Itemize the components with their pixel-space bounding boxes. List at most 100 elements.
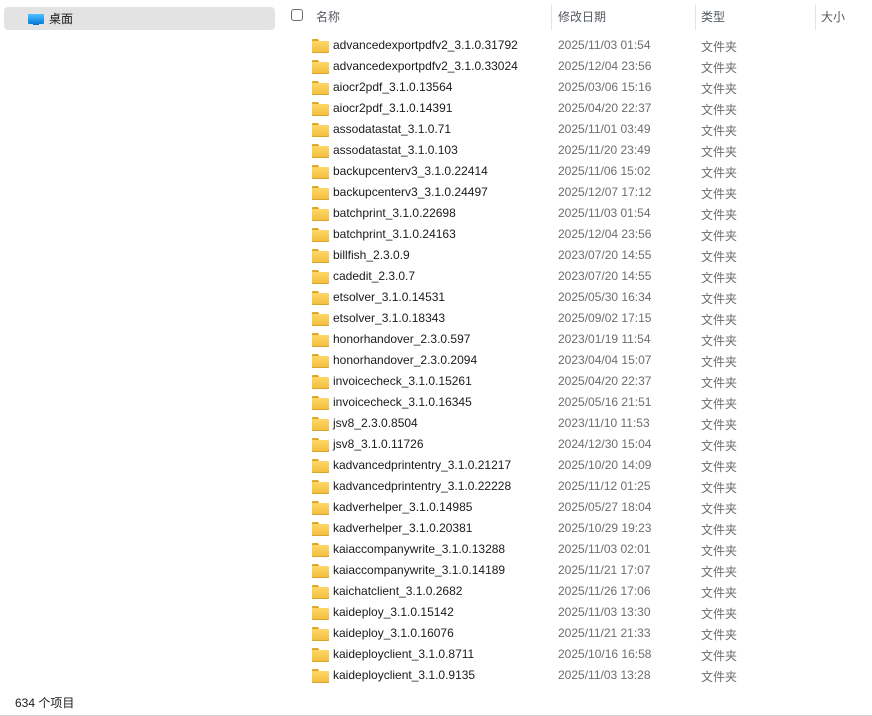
- file-type: 文件夹: [701, 271, 738, 285]
- column-divider[interactable]: [695, 4, 696, 30]
- file-modified-date: 2023/01/19 11:54: [558, 332, 651, 346]
- file-row[interactable]: etsolver_3.1.0.18343 2025/09/02 17:15 文件夹: [280, 308, 872, 329]
- file-type: 文件夹: [701, 418, 738, 432]
- file-row[interactable]: batchprint_3.1.0.24163 2025/12/04 23:56 文件…: [280, 224, 872, 245]
- file-row[interactable]: jsv8_2.3.0.8504 2023/11/10 11:53 文件夹: [280, 413, 872, 434]
- file-modified-date: 2025/12/04 23:56: [558, 59, 652, 73]
- file-row[interactable]: kaichatclient_3.1.0.2682 2025/11/26 17:06…: [280, 581, 872, 602]
- nav-item-label: 桌面: [49, 12, 74, 26]
- file-name: kaideploy_3.1.0.15142: [333, 605, 454, 619]
- file-row[interactable]: invoicecheck_3.1.0.16345 2025/05/16 21:51…: [280, 392, 872, 413]
- file-name: kaiaccompanywrite_3.1.0.14189: [333, 563, 506, 577]
- file-modified-date: 2025/11/20 23:49: [558, 143, 651, 157]
- file-name: assodatastat_3.1.0.103: [333, 143, 458, 157]
- file-name: kaideploy_3.1.0.16076: [333, 626, 454, 640]
- column-header-size[interactable]: 大小: [821, 0, 871, 32]
- file-name: aiocr2pdf_3.1.0.14391: [333, 101, 453, 115]
- file-row[interactable]: kadverhelper_3.1.0.20381 2025/10/29 19:23…: [280, 518, 872, 539]
- column-header: ⌃ 名称 修改日期 类型 大小: [280, 0, 872, 32]
- file-row[interactable]: batchprint_3.1.0.22698 2025/11/03 01:54 文件…: [280, 203, 872, 224]
- file-type: 文件夹: [701, 481, 738, 495]
- file-row[interactable]: aiocr2pdf_3.1.0.14391 2025/04/20 22:37 文件夹: [280, 98, 872, 119]
- file-row[interactable]: jsv8_3.1.0.11726 2024/12/30 15:04 文件夹: [280, 434, 872, 455]
- file-modified-date: 2025/05/16 21:51: [558, 395, 652, 409]
- folder-icon: [312, 648, 329, 662]
- file-type: 文件夹: [701, 187, 738, 201]
- column-header-modified[interactable]: 修改日期: [558, 0, 694, 32]
- file-row[interactable]: kadvancedprintentry_3.1.0.22228 2025/11/1…: [280, 476, 872, 497]
- file-modified-date: 2025/11/06 15:02: [558, 164, 651, 178]
- column-header-name[interactable]: 名称: [316, 0, 550, 32]
- file-row[interactable]: aiocr2pdf_3.1.0.13564 2025/03/06 15:16 文件夹: [280, 77, 872, 98]
- file-type: 文件夹: [701, 376, 738, 390]
- file-row[interactable]: kaideploy_3.1.0.16076 2025/11/21 21:33 文件夹: [280, 623, 872, 644]
- select-all-checkbox[interactable]: [291, 9, 303, 21]
- column-header-type[interactable]: 类型: [701, 0, 813, 32]
- file-modified-date: 2025/05/30 16:34: [558, 290, 652, 304]
- file-type: 文件夹: [701, 439, 738, 453]
- file-row[interactable]: advancedexportpdfv2_3.1.0.33024 2025/12/0…: [280, 56, 872, 77]
- folder-icon: [312, 522, 329, 536]
- folder-icon: [312, 438, 329, 452]
- file-name: etsolver_3.1.0.14531: [333, 290, 446, 304]
- file-row[interactable]: etsolver_3.1.0.14531 2025/05/30 16:34 文件夹: [280, 287, 872, 308]
- file-modified-date: 2025/04/20 22:37: [558, 101, 652, 115]
- folder-icon: [312, 543, 329, 557]
- desktop-icon: [28, 13, 44, 25]
- column-divider[interactable]: [551, 4, 552, 30]
- file-row[interactable]: honorhandover_2.3.0.597 2023/01/19 11:54 文…: [280, 329, 872, 350]
- file-row[interactable]: assodatastat_3.1.0.103 2025/11/20 23:49 文件…: [280, 140, 872, 161]
- folder-icon: [312, 606, 329, 620]
- file-type: 文件夹: [701, 523, 738, 537]
- file-name: etsolver_3.1.0.18343: [333, 311, 446, 325]
- file-modified-date: 2024/12/30 15:04: [558, 437, 652, 451]
- file-row[interactable]: cadedit_2.3.0.7 2023/07/20 14:55 文件夹: [280, 266, 872, 287]
- file-type: 文件夹: [701, 250, 738, 264]
- file-row[interactable]: kadverhelper_3.1.0.14985 2025/05/27 18:04…: [280, 497, 872, 518]
- file-row[interactable]: kaideploy_3.1.0.15142 2025/11/03 13:30 文件夹: [280, 602, 872, 623]
- folder-icon: [312, 480, 329, 494]
- folder-icon: [312, 291, 329, 305]
- folder-icon: [312, 228, 329, 242]
- status-item-count: 634 个项目: [15, 696, 75, 710]
- file-row[interactable]: kaideployclient_3.1.0.9135 2025/11/03 13:…: [280, 665, 872, 686]
- file-explorer-window: 桌面 ⌃ 名称 修改日期 类型 大小 advancedexportpdfv2_3…: [0, 0, 872, 716]
- file-name: honorhandover_2.3.0.2094: [333, 353, 478, 367]
- file-type: 文件夹: [701, 229, 738, 243]
- file-modified-date: 2023/07/20 14:55: [558, 248, 652, 262]
- folder-icon: [312, 564, 329, 578]
- column-divider[interactable]: [815, 4, 816, 30]
- file-modified-date: 2025/11/03 01:54: [558, 206, 651, 220]
- file-type: 文件夹: [701, 649, 738, 663]
- file-type: 文件夹: [701, 670, 738, 684]
- file-row[interactable]: kaiaccompanywrite_3.1.0.13288 2025/11/03 …: [280, 539, 872, 560]
- file-modified-date: 2025/05/27 18:04: [558, 500, 652, 514]
- file-name: aiocr2pdf_3.1.0.13564: [333, 80, 453, 94]
- folder-icon: [312, 501, 329, 515]
- file-row[interactable]: advancedexportpdfv2_3.1.0.31792 2025/11/0…: [280, 35, 872, 56]
- file-type: 文件夹: [701, 166, 738, 180]
- file-name: batchprint_3.1.0.22698: [333, 206, 456, 220]
- folder-icon: [312, 312, 329, 326]
- file-row[interactable]: kaideployclient_3.1.0.8711 2025/10/16 16:…: [280, 644, 872, 665]
- file-name: billfish_2.3.0.9: [333, 248, 410, 262]
- file-name: jsv8_3.1.0.11726: [333, 437, 424, 451]
- file-row[interactable]: backupcenterv3_3.1.0.24497 2025/12/07 17:…: [280, 182, 872, 203]
- file-modified-date: 2025/11/03 13:30: [558, 605, 651, 619]
- file-modified-date: 2025/09/02 17:15: [558, 311, 652, 325]
- file-type: 文件夹: [701, 334, 738, 348]
- file-name: assodatastat_3.1.0.71: [333, 122, 452, 136]
- file-row[interactable]: kaiaccompanywrite_3.1.0.14189 2025/11/21 …: [280, 560, 872, 581]
- file-row[interactable]: invoicecheck_3.1.0.15261 2025/04/20 22:37…: [280, 371, 872, 392]
- file-type: 文件夹: [701, 61, 738, 75]
- file-row[interactable]: billfish_2.3.0.9 2023/07/20 14:55 文件夹: [280, 245, 872, 266]
- file-row[interactable]: honorhandover_2.3.0.2094 2023/04/04 15:07…: [280, 350, 872, 371]
- file-type: 文件夹: [701, 586, 738, 600]
- file-row[interactable]: backupcenterv3_3.1.0.22414 2025/11/06 15:…: [280, 161, 872, 182]
- file-row[interactable]: assodatastat_3.1.0.71 2025/11/01 03:49 文件夹: [280, 119, 872, 140]
- nav-item-desktop[interactable]: 桌面: [4, 7, 275, 30]
- folder-icon: [312, 123, 329, 137]
- file-name: kadverhelper_3.1.0.14985: [333, 500, 473, 514]
- file-row[interactable]: kadvancedprintentry_3.1.0.21217 2025/10/2…: [280, 455, 872, 476]
- file-name: honorhandover_2.3.0.597: [333, 332, 471, 346]
